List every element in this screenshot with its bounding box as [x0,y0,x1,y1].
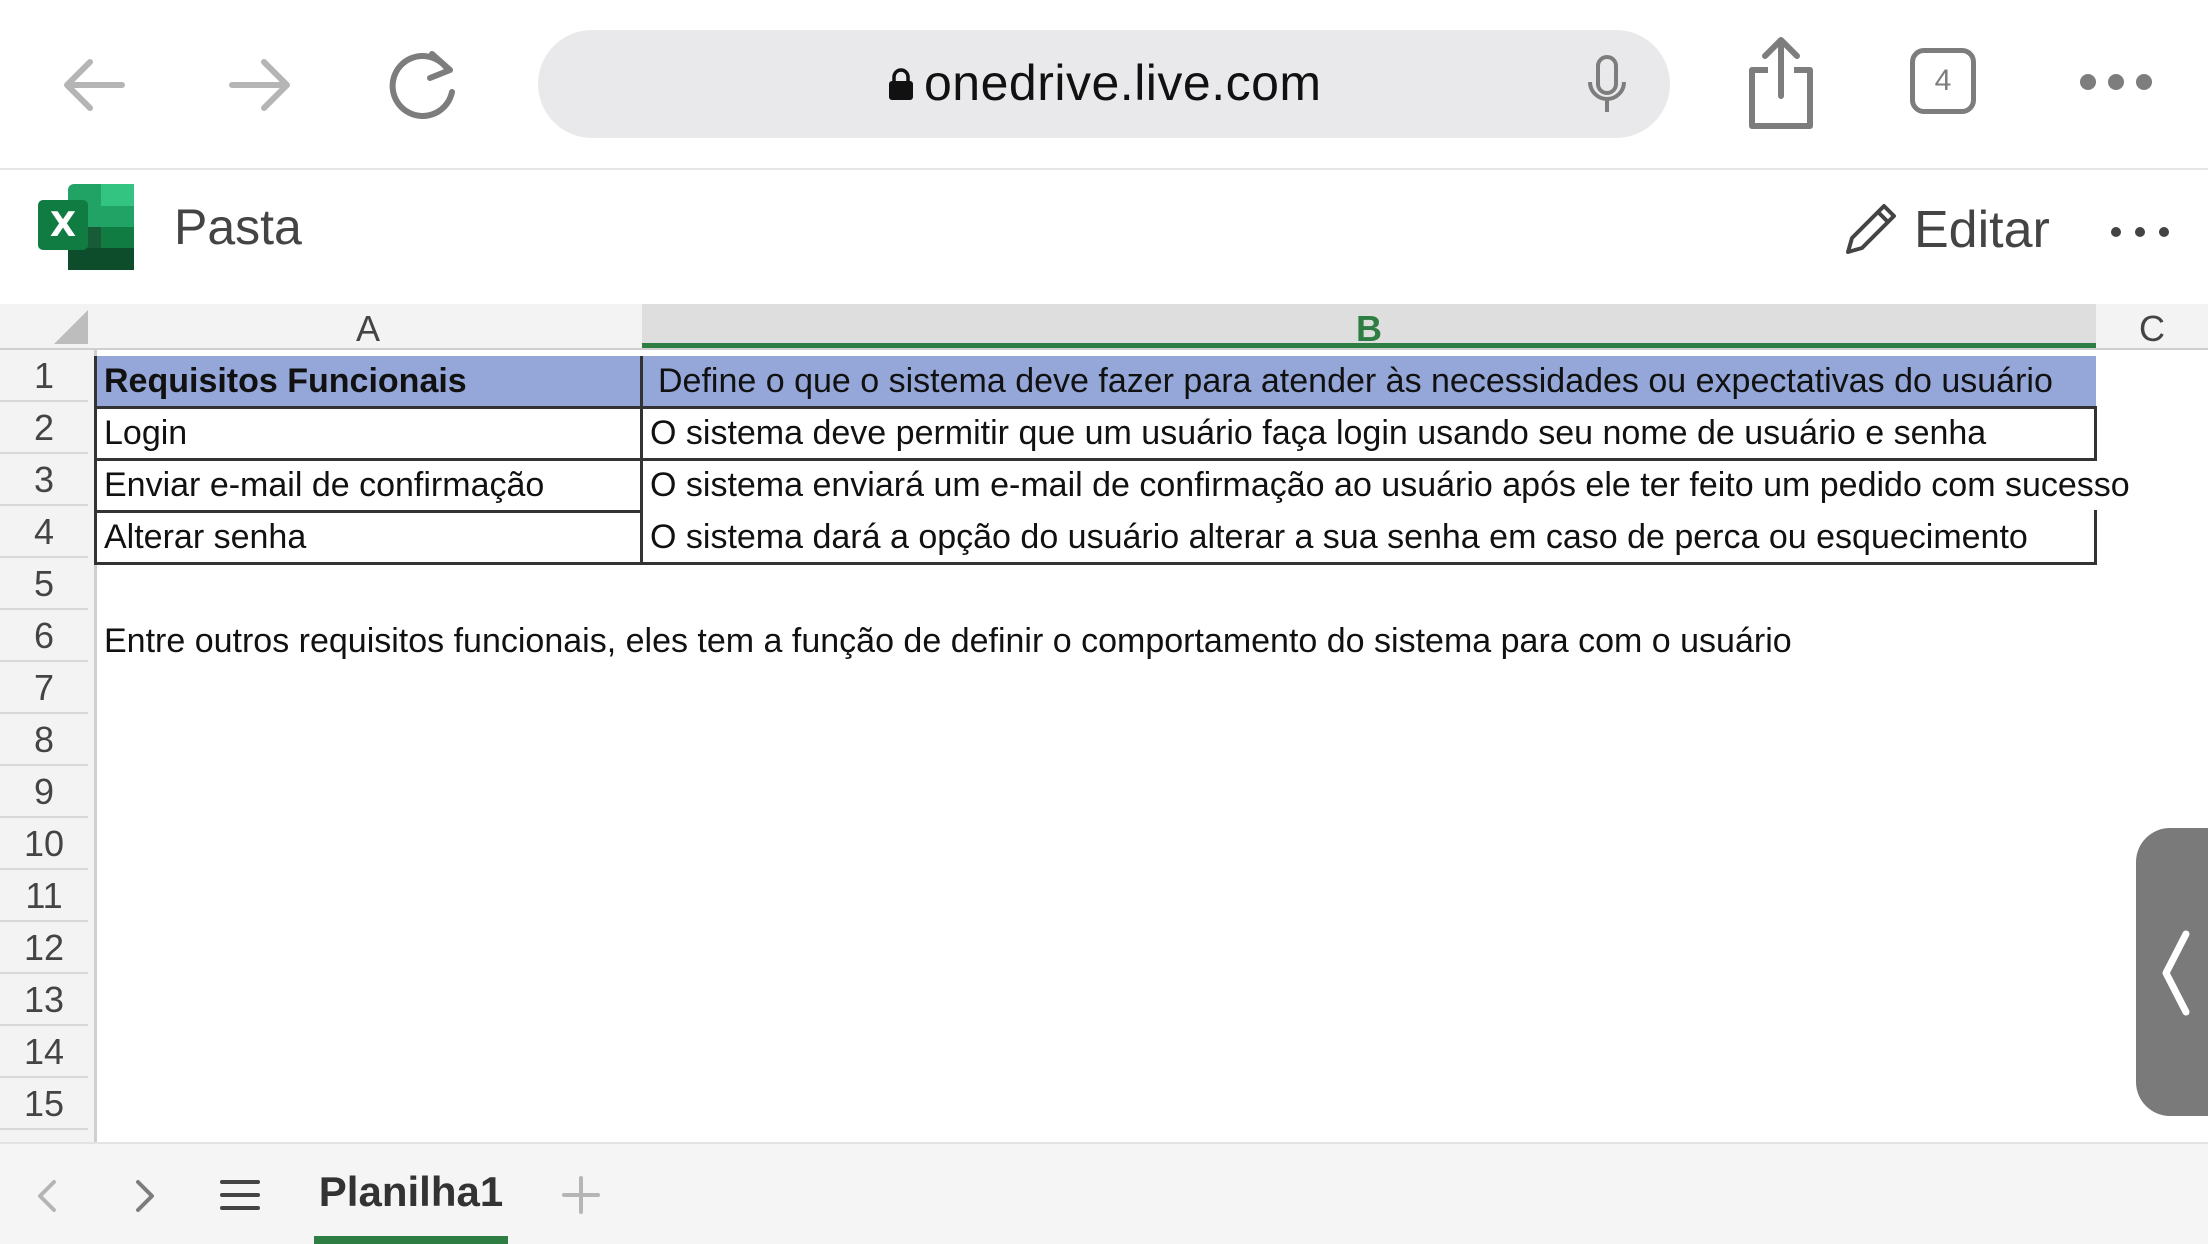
row-header[interactable]: 9 [0,766,88,818]
microphone-icon[interactable] [1584,54,1630,116]
chevron-left-icon [2162,930,2190,1016]
side-panel-handle[interactable] [2136,828,2208,1116]
row-header[interactable]: 8 [0,714,88,766]
excel-logo-icon: X [38,184,134,270]
sheet-tabs-bar: Planilha1 [0,1142,2208,1244]
row-header[interactable]: 3 [0,454,88,506]
row-header[interactable]: 10 [0,818,88,870]
row-header[interactable]: 11 [0,870,88,922]
url-field[interactable]: onedrive.live.com [538,30,1670,138]
cell-b2[interactable]: O sistema deve permitir que um usuário f… [642,408,2096,460]
row-header[interactable]: 12 [0,922,88,974]
share-icon[interactable] [1738,36,1824,132]
row-header[interactable]: 13 [0,974,88,1026]
select-all-corner[interactable] [0,304,94,348]
row-header[interactable]: 7 [0,662,88,714]
table-border [2094,510,2097,565]
column-header-c[interactable]: C [2096,304,2208,349]
column-header-row: A B C [0,304,2208,350]
spreadsheet-grid[interactable]: A B C 1 2 3 4 5 6 7 8 9 10 11 12 13 14 1… [0,294,2208,1142]
row-header[interactable]: 15 [0,1078,88,1130]
cell-b4[interactable]: O sistema dará a opção do usuário altera… [642,512,2096,564]
table-border [94,406,2096,409]
pencil-icon [1846,204,1896,254]
cell-a4[interactable]: Alterar senha [96,512,642,564]
tabs-button[interactable]: 4 [1910,48,1976,114]
browser-toolbar: onedrive.live.com 4 [0,0,2208,170]
cell-a6[interactable]: Entre outros requisitos funcionais, eles… [96,616,2096,668]
cell-b1[interactable]: Define o que o sistema deve fazer para a… [642,356,2096,408]
lock-icon [889,68,913,100]
table-border [2094,406,2097,461]
column-header-a[interactable]: A [94,304,642,349]
table-border [94,562,2096,565]
more-icon[interactable] [2074,62,2186,102]
chevron-left-icon[interactable] [30,1174,66,1218]
sheet-list-icon[interactable] [220,1178,260,1212]
column-header-b[interactable]: B [642,304,2096,349]
reload-icon[interactable] [380,40,470,130]
document-title: Pasta [174,199,302,255]
row-header[interactable]: 4 [0,506,88,558]
edit-label: Editar [1914,201,2050,259]
url-text: onedrive.live.com [924,55,1322,111]
row-header[interactable]: 5 [0,558,88,610]
forward-arrow-icon[interactable] [214,40,304,130]
table-border [94,458,2096,461]
table-border [94,356,97,565]
more-icon[interactable] [2110,222,2170,242]
add-sheet-icon[interactable] [560,1174,602,1216]
sheet-tab-planilha1[interactable]: Planilha1 [314,1164,508,1244]
row-header[interactable]: 2 [0,402,88,454]
excel-header: X Pasta Editar [0,170,2208,294]
svg-text:X: X [50,205,76,245]
row-header-column: 1 2 3 4 5 6 7 8 9 10 11 12 13 14 15 [0,350,97,1142]
row-header[interactable]: 14 [0,1026,88,1078]
cell-a1[interactable]: Requisitos Funcionais [96,356,642,408]
back-arrow-icon[interactable] [50,40,140,130]
row-header[interactable]: 1 [0,350,88,402]
cell-a2[interactable]: Login [96,408,642,460]
row-header[interactable]: 6 [0,610,88,662]
cell-a3[interactable]: Enviar e-mail de confirmação [96,460,642,512]
table-border [94,510,642,513]
chevron-right-icon[interactable] [126,1174,162,1218]
cell-b3[interactable]: O sistema enviará um e-mail de confirmaç… [642,460,2208,512]
table-border [640,356,643,565]
active-tab-indicator [314,1236,508,1244]
